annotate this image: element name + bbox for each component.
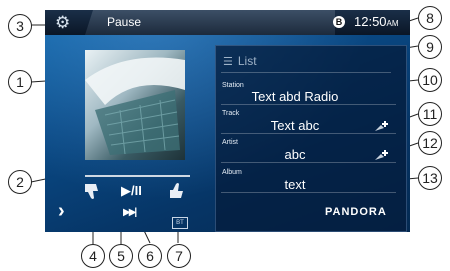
status-bar: ⚙ Pause B 12:50AM: [45, 10, 410, 35]
pandora-logo: PANDORA: [325, 206, 387, 218]
callout-13: 13: [418, 166, 442, 190]
chevron-right-icon[interactable]: ›: [58, 200, 65, 223]
clock-time: 12:50: [354, 14, 387, 29]
divider: [221, 192, 396, 193]
list-button[interactable]: ☰ List: [223, 54, 257, 68]
callout-4: 4: [81, 244, 105, 268]
album-art-image: [85, 57, 185, 155]
divider: [221, 72, 391, 73]
callout-12: 12: [418, 131, 442, 155]
playback-status: Pause: [107, 15, 142, 29]
list-label: List: [237, 54, 257, 68]
divider: [221, 104, 396, 105]
bt-badge: BT: [172, 217, 188, 229]
play-pause-button[interactable]: ▶/II: [121, 183, 142, 199]
callout-10: 10: [418, 68, 442, 92]
album-art: [85, 50, 185, 160]
station-value: Text abd Radio: [251, 89, 339, 104]
thumbs-up-icon[interactable]: [170, 181, 186, 199]
callout-1: 1: [8, 70, 32, 94]
next-track-button[interactable]: ▶▶|: [123, 207, 137, 218]
info-panel: [215, 45, 407, 232]
bluetooth-icon: B: [333, 16, 345, 28]
divider: [221, 162, 396, 163]
progress-bar[interactable]: [85, 175, 190, 177]
thumbs-down-icon[interactable]: [85, 183, 101, 201]
gear-icon[interactable]: ⚙: [55, 13, 70, 33]
track-value: Text abc: [270, 118, 320, 133]
callout-9: 9: [418, 35, 442, 59]
thumbs-plus-icon[interactable]: [374, 149, 390, 161]
divider: [221, 133, 396, 134]
callout-8: 8: [418, 6, 442, 30]
callout-7: 7: [167, 244, 191, 268]
album-label: Album: [222, 169, 242, 176]
thumbs-plus-icon[interactable]: [374, 120, 390, 132]
callout-3: 3: [8, 14, 32, 38]
clock-ampm: AM: [386, 19, 399, 28]
track-label: Track: [222, 110, 240, 117]
callout-6: 6: [138, 244, 162, 268]
callout-5: 5: [109, 244, 133, 268]
album-value: text: [284, 177, 306, 192]
artist-label: Artist: [222, 139, 238, 146]
callout-11: 11: [418, 102, 442, 126]
list-icon: ☰: [223, 56, 233, 68]
callout-2: 2: [8, 170, 32, 194]
station-label: Station: [222, 82, 244, 89]
head-unit-screen: ⚙ Pause B 12:50AM ▶/II ▶▶| BT › ☰ List S…: [45, 10, 410, 232]
artist-value: abc: [284, 147, 306, 162]
clock: 12:50AM: [354, 14, 399, 29]
